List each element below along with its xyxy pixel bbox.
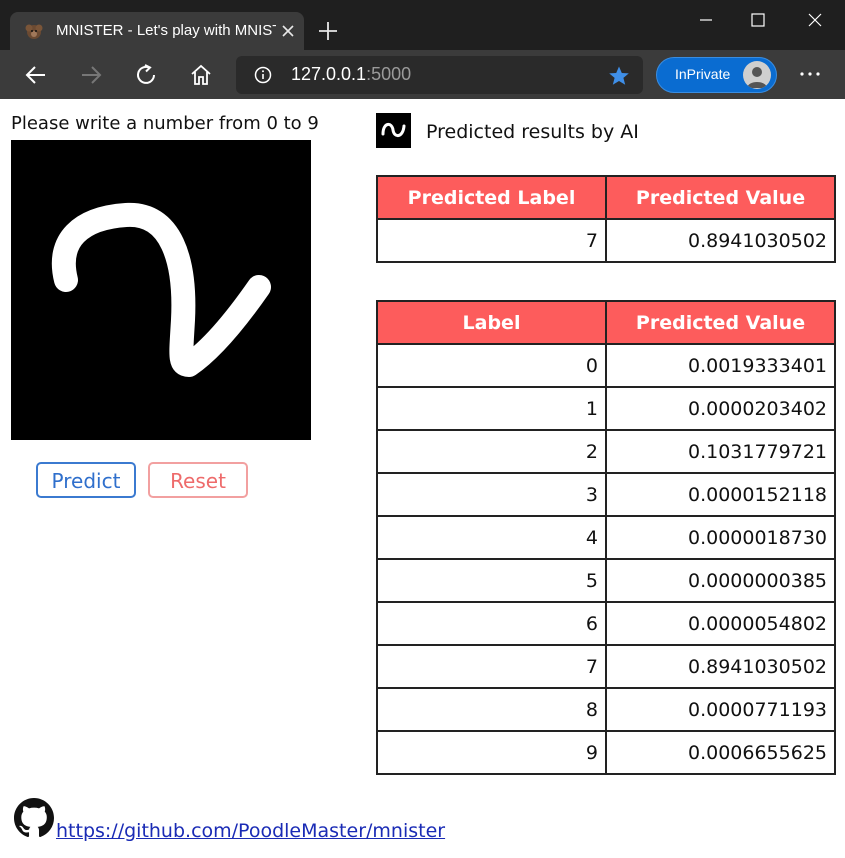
value-cell: 0.8941030502 xyxy=(605,644,836,689)
column-header: Predicted Value xyxy=(605,175,836,220)
github-icon[interactable] xyxy=(14,798,54,838)
table-row: 9 0.0006655625 xyxy=(376,730,836,775)
table-row: 3 0.0000152118 xyxy=(376,472,836,517)
tab-title: MNISTER - Let's play with MNIST xyxy=(56,22,276,39)
label-cell: 1 xyxy=(376,386,607,431)
ai-logo-icon xyxy=(376,113,411,148)
label-cell: 4 xyxy=(376,515,607,560)
label-cell: 0 xyxy=(376,343,607,388)
value-cell: 0.0000771193 xyxy=(605,687,836,732)
value-cell: 0.0000000385 xyxy=(605,558,836,603)
value-cell: 0.0019333401 xyxy=(605,343,836,388)
refresh-icon[interactable] xyxy=(133,62,159,88)
top-prediction-table: Predicted Label Predicted Value 7 0.8941… xyxy=(376,175,836,263)
value-cell: 0.0000152118 xyxy=(605,472,836,517)
label-cell: 7 xyxy=(376,644,607,689)
label-cell: 6 xyxy=(376,601,607,646)
results-heading: Predicted results by AI xyxy=(426,121,639,143)
close-icon[interactable] xyxy=(280,23,296,39)
value-cell: 0.1031779721 xyxy=(605,429,836,474)
table-row: 2 0.1031779721 xyxy=(376,429,836,474)
browser-tab[interactable]: MNISTER - Let's play with MNIST xyxy=(10,12,304,50)
table-row: 6 0.0000054802 xyxy=(376,601,836,646)
window-close-icon[interactable] xyxy=(792,6,838,34)
label-cell: 8 xyxy=(376,687,607,732)
table-row: 1 0.0000203402 xyxy=(376,386,836,431)
url-host: 127.0.0.1 xyxy=(291,64,367,84)
url-text: 127.0.0.1:5000 xyxy=(291,64,411,85)
page-content: Please write a number from 0 to 9 Predic… xyxy=(0,99,845,858)
forward-arrow-icon[interactable] xyxy=(78,62,104,88)
table-row: 8 0.0000771193 xyxy=(376,687,836,732)
label-cell: 9 xyxy=(376,730,607,775)
plus-icon[interactable] xyxy=(316,19,340,43)
avatar-icon xyxy=(743,61,771,89)
poodle-favicon-icon xyxy=(24,21,44,41)
value-cell: 0.0006655625 xyxy=(605,730,836,775)
label-cell: 5 xyxy=(376,558,607,603)
column-header: Predicted Value xyxy=(605,300,836,345)
reset-button[interactable]: Reset xyxy=(148,462,248,498)
instruction-text: Please write a number from 0 to 9 xyxy=(11,113,319,134)
github-link[interactable]: https://github.com/PoodleMaster/mnister xyxy=(56,820,445,842)
star-icon[interactable] xyxy=(608,65,630,87)
column-header: Label xyxy=(376,300,607,345)
inprivate-label: InPrivate xyxy=(675,66,731,82)
column-header: Predicted Label xyxy=(376,175,607,220)
back-arrow-icon[interactable] xyxy=(23,62,49,88)
more-icon[interactable] xyxy=(797,61,823,87)
predicted-value-cell: 0.8941030502 xyxy=(605,218,836,263)
value-cell: 0.0000203402 xyxy=(605,386,836,431)
predict-button[interactable]: Predict xyxy=(36,462,136,498)
table-row: 0 0.0019333401 xyxy=(376,343,836,388)
maximize-icon[interactable] xyxy=(735,6,781,34)
url-port: :5000 xyxy=(366,64,412,84)
label-cell: 2 xyxy=(376,429,607,474)
table-row: 7 0.8941030502 xyxy=(376,218,836,263)
inprivate-button[interactable]: InPrivate xyxy=(656,57,777,93)
label-cell: 3 xyxy=(376,472,607,517)
address-bar[interactable]: 127.0.0.1:5000 xyxy=(236,56,643,94)
value-cell: 0.0000018730 xyxy=(605,515,836,560)
home-icon[interactable] xyxy=(188,62,214,88)
value-cell: 0.0000054802 xyxy=(605,601,836,646)
info-icon[interactable] xyxy=(254,66,272,84)
table-row: 5 0.0000000385 xyxy=(376,558,836,603)
minimize-icon[interactable] xyxy=(683,6,729,34)
browser-chrome: MNISTER - Let's play with MNIST 127.0.0.… xyxy=(0,0,845,99)
tab-strip: MNISTER - Let's play with MNIST xyxy=(0,0,845,50)
table-row: 4 0.0000018730 xyxy=(376,515,836,560)
predicted-label-cell: 7 xyxy=(376,218,607,263)
all-predictions-table: Label Predicted Value 0 0.0019333401 1 0.0… xyxy=(376,300,836,775)
table-row: 7 0.8941030502 xyxy=(376,644,836,689)
drawing-canvas[interactable] xyxy=(11,140,311,440)
